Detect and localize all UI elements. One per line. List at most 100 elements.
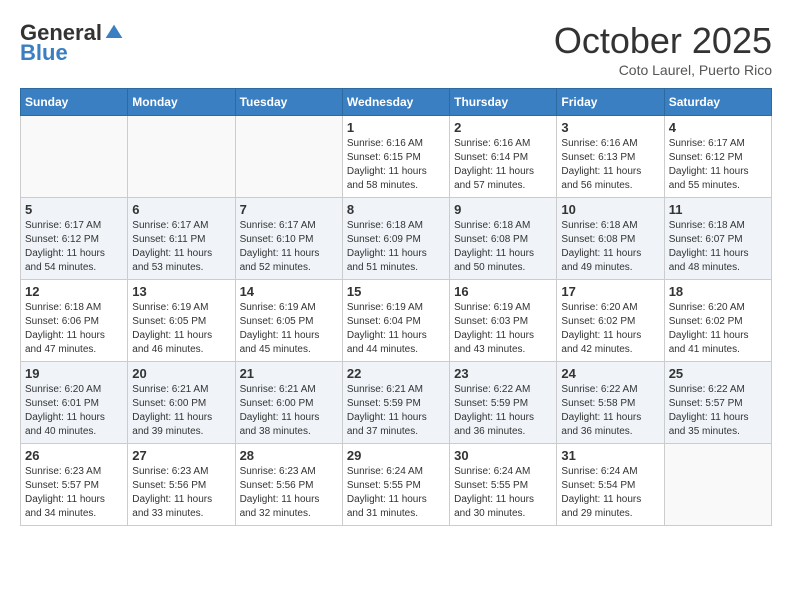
- logo-blue-text: Blue: [20, 40, 68, 66]
- day-info: Sunrise: 6:20 AMSunset: 6:02 PMDaylight:…: [669, 301, 767, 357]
- day-number: 4: [669, 120, 767, 135]
- day-number: 12: [25, 284, 123, 299]
- calendar-cell: 31Sunrise: 6:24 AMSunset: 5:54 PMDayligh…: [557, 444, 664, 526]
- day-info: Sunrise: 6:23 AMSunset: 5:56 PMDaylight:…: [132, 465, 230, 521]
- day-number: 6: [132, 202, 230, 217]
- day-number: 20: [132, 366, 230, 381]
- weekday-header-tuesday: Tuesday: [235, 89, 342, 116]
- day-number: 14: [240, 284, 338, 299]
- calendar-week-3: 12 Sunrise: 6:18 AMSunset: 6:06 PMDayligh…: [21, 280, 772, 362]
- day-info: Sunrise: 6:18 AMSunset: 6:08 PMDaylight:…: [561, 219, 659, 275]
- page-header: General Blue October 2025 Coto Laurel, P…: [20, 20, 772, 78]
- day-number: 5: [25, 202, 123, 217]
- day-number: 1: [347, 120, 445, 135]
- calendar-table: SundayMondayTuesdayWednesdayThursdayFrid…: [20, 88, 772, 526]
- weekday-header-wednesday: Wednesday: [342, 89, 449, 116]
- day-info: Sunrise: 6:19 AMSunset: 6:04 PMDaylight:…: [347, 301, 445, 357]
- day-number: 18: [669, 284, 767, 299]
- calendar-body: 1 Sunrise: 6:16 AMSunset: 6:15 PMDaylight…: [21, 116, 772, 526]
- day-info: Sunrise: 6:16 AMSunset: 6:15 PMDaylight:…: [347, 137, 445, 193]
- day-info: Sunrise: 6:23 AMSunset: 5:57 PMDaylight:…: [25, 465, 123, 521]
- logo-icon: [104, 23, 124, 43]
- day-info: Sunrise: 6:20 AMSunset: 6:01 PMDaylight:…: [25, 383, 123, 439]
- day-number: 11: [669, 202, 767, 217]
- day-info: Sunrise: 6:21 AMSunset: 6:00 PMDaylight:…: [240, 383, 338, 439]
- day-number: 27: [132, 448, 230, 463]
- calendar-week-5: 26 Sunrise: 6:23 AMSunset: 5:57 PMDayligh…: [21, 444, 772, 526]
- day-info: Sunrise: 6:19 AMSunset: 6:05 PMDaylight:…: [132, 301, 230, 357]
- day-number: 16: [454, 284, 552, 299]
- day-number: 21: [240, 366, 338, 381]
- day-info: Sunrise: 6:18 AMSunset: 6:08 PMDaylight:…: [454, 219, 552, 275]
- calendar-cell: 9 Sunrise: 6:18 AMSunset: 6:08 PMDaylight…: [450, 198, 557, 280]
- day-number: 15: [347, 284, 445, 299]
- calendar-cell: 27 Sunrise: 6:23 AMSunset: 5:56 PMDayligh…: [128, 444, 235, 526]
- day-number: 23: [454, 366, 552, 381]
- calendar-cell: 8Sunrise: 6:18 AMSunset: 6:09 PMDaylight…: [342, 198, 449, 280]
- calendar-cell: 19 Sunrise: 6:20 AMSunset: 6:01 PMDayligh…: [21, 362, 128, 444]
- day-info: Sunrise: 6:22 AMSunset: 5:57 PMDaylight:…: [669, 383, 767, 439]
- day-info: Sunrise: 6:17 AMSunset: 6:10 PMDaylight:…: [240, 219, 338, 275]
- calendar-cell: 5 Sunrise: 6:17 AMSunset: 6:12 PMDaylight…: [21, 198, 128, 280]
- day-info: Sunrise: 6:21 AMSunset: 6:00 PMDaylight:…: [132, 383, 230, 439]
- day-number: 3: [561, 120, 659, 135]
- calendar-cell: 26 Sunrise: 6:23 AMSunset: 5:57 PMDayligh…: [21, 444, 128, 526]
- day-info: Sunrise: 6:17 AMSunset: 6:12 PMDaylight:…: [669, 137, 767, 193]
- day-number: 25: [669, 366, 767, 381]
- calendar-cell: 12 Sunrise: 6:18 AMSunset: 6:06 PMDayligh…: [21, 280, 128, 362]
- calendar-cell: 7 Sunrise: 6:17 AMSunset: 6:10 PMDaylight…: [235, 198, 342, 280]
- calendar-cell: 21 Sunrise: 6:21 AMSunset: 6:00 PMDayligh…: [235, 362, 342, 444]
- weekday-header-sunday: Sunday: [21, 89, 128, 116]
- calendar-cell: [128, 116, 235, 198]
- calendar-week-1: 1 Sunrise: 6:16 AMSunset: 6:15 PMDaylight…: [21, 116, 772, 198]
- day-number: 29: [347, 448, 445, 463]
- day-info: Sunrise: 6:17 AMSunset: 6:12 PMDaylight:…: [25, 219, 123, 275]
- calendar-header: SundayMondayTuesdayWednesdayThursdayFrid…: [21, 89, 772, 116]
- day-info: Sunrise: 6:24 AMSunset: 5:54 PMDaylight:…: [561, 465, 659, 521]
- weekday-header-friday: Friday: [557, 89, 664, 116]
- day-number: 26: [25, 448, 123, 463]
- day-number: 22: [347, 366, 445, 381]
- calendar-cell: 29 Sunrise: 6:24 AMSunset: 5:55 PMDayligh…: [342, 444, 449, 526]
- calendar-cell: 3Sunrise: 6:16 AMSunset: 6:13 PMDaylight…: [557, 116, 664, 198]
- calendar-cell: 17Sunrise: 6:20 AMSunset: 6:02 PMDayligh…: [557, 280, 664, 362]
- calendar-cell: 15 Sunrise: 6:19 AMSunset: 6:04 PMDayligh…: [342, 280, 449, 362]
- day-number: 9: [454, 202, 552, 217]
- day-number: 13: [132, 284, 230, 299]
- day-number: 24: [561, 366, 659, 381]
- day-number: 7: [240, 202, 338, 217]
- title-block: October 2025 Coto Laurel, Puerto Rico: [554, 20, 772, 78]
- day-number: 10: [561, 202, 659, 217]
- calendar-cell: 4 Sunrise: 6:17 AMSunset: 6:12 PMDaylight…: [664, 116, 771, 198]
- day-info: Sunrise: 6:19 AMSunset: 6:03 PMDaylight:…: [454, 301, 552, 357]
- calendar-cell: 23 Sunrise: 6:22 AMSunset: 5:59 PMDayligh…: [450, 362, 557, 444]
- day-info: Sunrise: 6:22 AMSunset: 5:59 PMDaylight:…: [454, 383, 552, 439]
- day-info: Sunrise: 6:24 AMSunset: 5:55 PMDaylight:…: [347, 465, 445, 521]
- location: Coto Laurel, Puerto Rico: [554, 62, 772, 78]
- calendar-cell: 22Sunrise: 6:21 AMSunset: 5:59 PMDayligh…: [342, 362, 449, 444]
- calendar-cell: 1 Sunrise: 6:16 AMSunset: 6:15 PMDaylight…: [342, 116, 449, 198]
- calendar-cell: 20 Sunrise: 6:21 AMSunset: 6:00 PMDayligh…: [128, 362, 235, 444]
- calendar-cell: 6 Sunrise: 6:17 AMSunset: 6:11 PMDaylight…: [128, 198, 235, 280]
- day-number: 30: [454, 448, 552, 463]
- weekday-header-thursday: Thursday: [450, 89, 557, 116]
- weekday-header-saturday: Saturday: [664, 89, 771, 116]
- calendar-cell: 30 Sunrise: 6:24 AMSunset: 5:55 PMDayligh…: [450, 444, 557, 526]
- day-info: Sunrise: 6:24 AMSunset: 5:55 PMDaylight:…: [454, 465, 552, 521]
- calendar-cell: 2 Sunrise: 6:16 AMSunset: 6:14 PMDaylight…: [450, 116, 557, 198]
- calendar-cell: 28Sunrise: 6:23 AMSunset: 5:56 PMDayligh…: [235, 444, 342, 526]
- month-title: October 2025: [554, 20, 772, 62]
- day-info: Sunrise: 6:19 AMSunset: 6:05 PMDaylight:…: [240, 301, 338, 357]
- calendar-cell: [664, 444, 771, 526]
- day-number: 2: [454, 120, 552, 135]
- calendar-week-4: 19 Sunrise: 6:20 AMSunset: 6:01 PMDayligh…: [21, 362, 772, 444]
- calendar-cell: 25 Sunrise: 6:22 AMSunset: 5:57 PMDayligh…: [664, 362, 771, 444]
- day-info: Sunrise: 6:17 AMSunset: 6:11 PMDaylight:…: [132, 219, 230, 275]
- day-info: Sunrise: 6:18 AMSunset: 6:06 PMDaylight:…: [25, 301, 123, 357]
- day-info: Sunrise: 6:16 AMSunset: 6:14 PMDaylight:…: [454, 137, 552, 193]
- calendar-week-2: 5 Sunrise: 6:17 AMSunset: 6:12 PMDaylight…: [21, 198, 772, 280]
- logo: General Blue: [20, 20, 124, 66]
- calendar-cell: 16 Sunrise: 6:19 AMSunset: 6:03 PMDayligh…: [450, 280, 557, 362]
- day-number: 19: [25, 366, 123, 381]
- day-info: Sunrise: 6:20 AMSunset: 6:02 PMDaylight:…: [561, 301, 659, 357]
